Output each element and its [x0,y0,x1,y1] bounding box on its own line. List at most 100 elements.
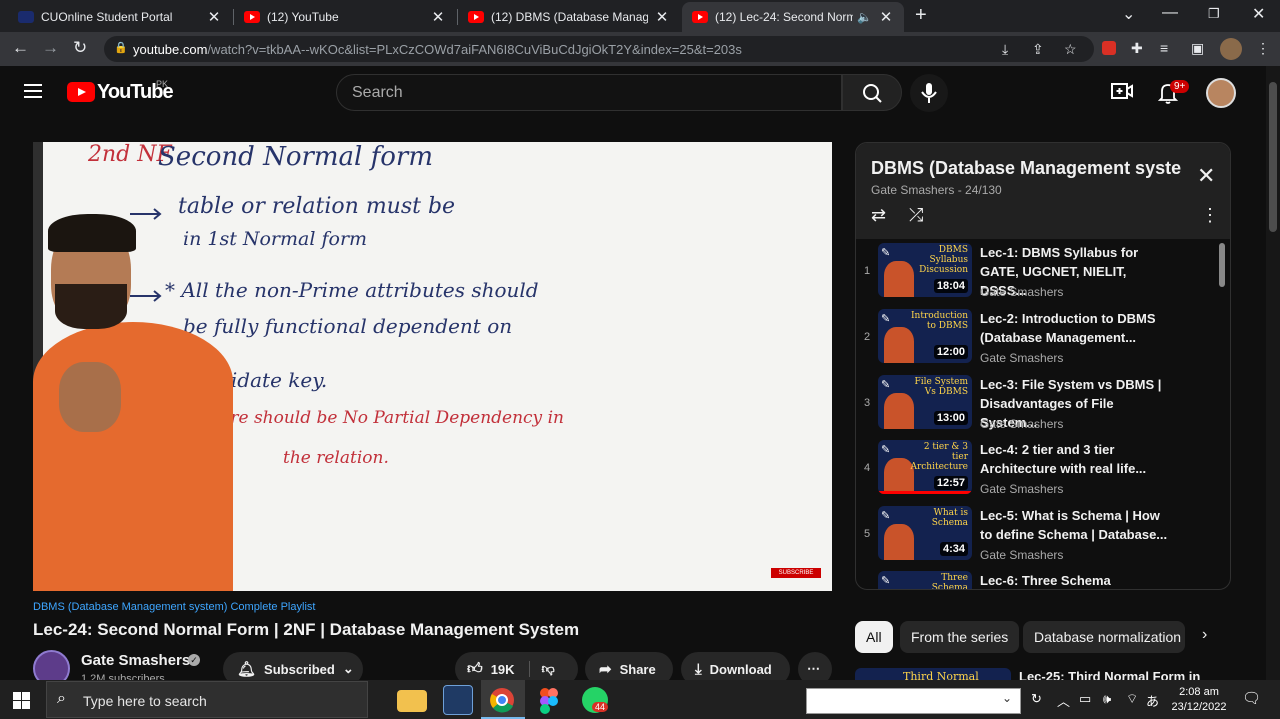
playlist-link[interactable]: DBMS (Database Management system) Comple… [33,601,315,613]
chip-from-the-series[interactable]: From the series [900,621,1020,653]
page-scrollbar-thumb[interactable] [1269,82,1277,232]
menu-hamburger-icon[interactable] [24,84,42,98]
install-app-icon[interactable]: ⤓ [1002,41,1008,58]
chip-all[interactable]: All [855,621,893,653]
voice-search-button[interactable] [910,74,948,112]
page-scrollbar[interactable] [1266,66,1280,680]
extensions-puzzle-icon[interactable]: ✚ [1131,40,1143,57]
board-text-line: the relation. [283,448,389,468]
battery-icon[interactable]: ▭ [1079,691,1091,707]
tab-dbms-playlist[interactable]: (12) DBMS (Database Manageme ✕ [458,2,680,32]
item-thumbnail[interactable]: ✎ Three Schema Architecture [878,571,972,589]
playlist-subtitle[interactable]: Gate Smashers - 24/130 [871,183,1002,197]
network-app-icon[interactable] [443,685,473,715]
like-count[interactable]: 19K [491,662,515,677]
list-item[interactable]: 1 ✎ DBMS Syllabus Discussion 18:04 Lec-1: … [856,243,1216,308]
windows-taskbar: ⌕ Type here to search 44 ⌄ ↻ ︿ ▭ 🕪︎ ⌔ あ … [0,680,1280,719]
playlist-scrollbar[interactable] [1219,243,1225,287]
side-panel-icon[interactable]: ▣ [1191,40,1204,57]
item-title[interactable]: Lec-4: 2 tier and 3 tier Architecture wi… [980,440,1170,478]
item-thumbnail[interactable]: ✎ File System Vs DBMS 13:00 [878,375,972,429]
tab-cuonline[interactable]: CUOnline Student Portal ✕ [8,2,232,32]
list-item[interactable]: ✎ Three Schema Architecture Lec-6: Three … [856,571,1216,589]
forward-icon[interactable]: → [42,38,59,58]
reload-icon[interactable]: ↻ [73,38,87,58]
new-tab-icon[interactable]: + [915,4,927,27]
windows-start-icon[interactable] [13,692,30,709]
tab-close-icon[interactable]: ✕ [878,8,894,26]
taskbar-address-box[interactable] [806,688,1021,714]
search-input[interactable]: Search [336,74,842,111]
youtube-logo-icon[interactable] [67,82,95,102]
minimize-icon[interactable]: — [1162,4,1178,22]
back-icon[interactable]: ← [12,38,29,58]
taskbar-search-input[interactable]: ⌕ Type here to search [46,681,368,718]
item-thumbnail[interactable]: ✎ Introduction to DBMS 12:00 [878,309,972,363]
omnibox[interactable]: 🔒 youtube.com/watch?v=tkbAA--wKOc&list=P… [104,36,1094,62]
shuffle-icon[interactable]: ⤮ [909,205,923,226]
list-item[interactable]: 2 ✎ Introduction to DBMS 12:00 Lec-2: Intr… [856,309,1216,374]
window-close-icon[interactable]: ✕ [1252,4,1265,24]
taskbar-clock[interactable]: 2:08 am 23/12/2022 [1171,685,1227,715]
chevron-down-icon[interactable]: ⌄ [1002,691,1012,705]
channel-name[interactable]: Gate Smashers [81,652,190,669]
pencil-icon: ✎ [881,444,891,456]
tab-search-chevron-icon[interactable]: ⌄ [1122,4,1135,24]
item-channel: Gate Smashers [980,548,1064,562]
speaker-icon[interactable]: 🔈 [857,10,872,24]
list-item[interactable]: 4 ✎ 2 tier & 3 tier Architecture 12:57 Lec… [856,440,1216,505]
tab-lec24[interactable]: (12) Lec-24: Second Normal 🔈 ✕ [682,2,904,32]
volume-icon[interactable]: 🕪︎ [1103,691,1111,707]
search-button[interactable] [842,74,902,111]
tab-close-icon[interactable]: ✕ [206,8,222,26]
tray-chevron-up-icon[interactable]: ︿ [1057,691,1070,710]
bookmark-star-icon[interactable]: ☆ [1064,41,1077,58]
chip-database-normalization[interactable]: Database normalization [1023,621,1185,653]
refresh-icon[interactable]: ↻ [1031,691,1042,707]
wifi-icon[interactable]: ⌔ [1126,691,1138,707]
playlist-title[interactable]: DBMS (Database Management syste... [871,158,1181,179]
cu-icon [18,11,34,23]
url-text: youtube.com/watch?v=tkbAA--wKOc&list=PLx… [133,42,742,57]
item-index: 5 [864,528,871,540]
loop-icon[interactable]: ⇄ [871,205,886,226]
playlist-menu-icon[interactable]: ⋮ [1201,205,1219,226]
dislike-thumb-icon[interactable]: 👎︎ [528,661,555,677]
item-thumbnail[interactable]: ✎ 2 tier & 3 tier Architecture 12:57 [878,440,972,494]
tab-title: CUOnline Student Portal [41,10,173,24]
browser-menu-icon[interactable]: ⋮ [1256,40,1270,57]
notification-center-icon[interactable]: 🗨︎ [1242,689,1261,707]
avatar[interactable] [1206,78,1236,108]
address-bar-row: ← → ↻ 🔒 youtube.com/watch?v=tkbAA--wKOc&… [0,32,1280,66]
chrome-taskbar-item[interactable] [481,680,525,719]
item-index: 3 [864,397,871,409]
file-explorer-icon[interactable] [397,690,427,712]
like-thumb-icon[interactable]: 👍︎ [467,660,483,678]
item-title[interactable]: Lec-5: What is Schema | How to define Sc… [980,506,1170,544]
item-thumbnail[interactable]: ✎ What is Schema 4:34 [878,506,972,560]
figma-icon[interactable] [539,688,559,714]
extension-red-icon[interactable] [1102,41,1116,55]
tab-youtube[interactable]: (12) YouTube ✕ [234,2,456,32]
language-icon[interactable]: あ [1146,691,1159,710]
playlist-close-icon[interactable]: ✕ [1197,163,1215,189]
tab-close-icon[interactable]: ✕ [654,8,670,26]
media-control-icon[interactable]: ≡ [1160,40,1168,56]
restore-icon[interactable]: ❐ [1208,6,1220,22]
item-channel: Gate Smashers [980,285,1064,299]
create-video-icon[interactable] [1111,82,1133,105]
item-thumbnail[interactable]: ✎ DBMS Syllabus Discussion 18:04 [878,243,972,297]
list-item[interactable]: 5 ✎ What is Schema 4:34 Lec-5: What is Sch… [856,506,1216,571]
lock-icon[interactable]: 🔒 [114,41,128,54]
playlist-header: DBMS (Database Management syste... Gate … [856,143,1230,239]
thumbnail-caption: Introduction to DBMS [911,311,968,331]
subscribe-watermark[interactable]: SUBSCRIBE [771,568,821,578]
chevron-right-icon[interactable]: › [1202,626,1207,644]
list-item[interactable]: 3 ✎ File System Vs DBMS 13:00 Lec-3: File … [856,375,1216,440]
browser-profile-avatar[interactable] [1220,38,1242,60]
item-title[interactable]: Lec-2: Introduction to DBMS (Database Ma… [980,309,1170,347]
tab-close-icon[interactable]: ✕ [430,8,446,26]
item-title[interactable]: Lec-6: Three Schema [980,571,1170,589]
video-player[interactable]: 2nd NF Second Normal form table or relat… [33,142,832,591]
share-page-icon[interactable]: ⇪ [1032,41,1044,58]
